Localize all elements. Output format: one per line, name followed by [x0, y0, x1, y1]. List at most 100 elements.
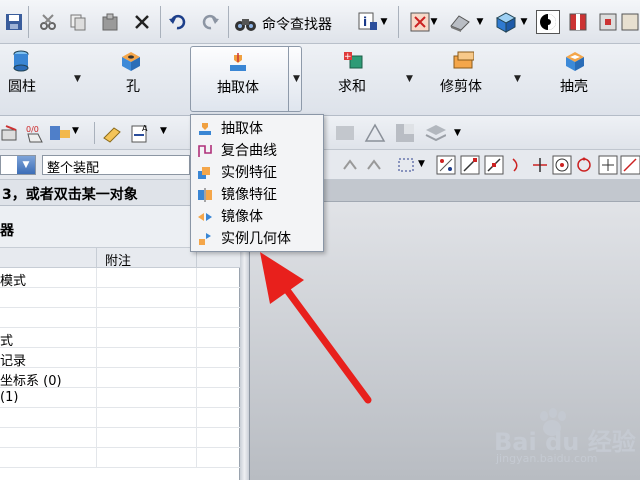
undo-icon[interactable] — [166, 10, 190, 34]
delete-icon[interactable] — [130, 10, 154, 34]
disabled-dropdown-arrow: ▼ — [454, 128, 461, 138]
trim-body-icon — [453, 51, 474, 69]
cube-view-icon[interactable] — [494, 10, 518, 34]
ribbon-extract-body-button[interactable]: 抽取体 — [190, 46, 302, 112]
intersection-icon[interactable] — [530, 155, 550, 175]
ribbon-unite-button[interactable]: + 求和 ▼ — [320, 44, 416, 116]
menu-item-instance-geometry[interactable]: 实例几何体 — [191, 228, 323, 250]
select-box-icon[interactable] — [396, 155, 416, 175]
triangle-icon — [364, 123, 386, 142]
save-icon[interactable] — [2, 10, 26, 34]
edit-object-icon[interactable] — [102, 122, 124, 144]
filter-dropdown-arrow[interactable]: ▼ — [428, 10, 440, 34]
navigator-row[interactable] — [0, 408, 240, 428]
shading-icon[interactable] — [448, 10, 472, 34]
menu-item-label: 抽取体 — [221, 121, 263, 137]
instance-geometry-icon — [199, 233, 211, 245]
snap-points-icon[interactable] — [436, 155, 456, 175]
menu-item-label: 镜像体 — [221, 209, 263, 225]
menu-item-composite-curve[interactable]: 复合曲线 — [191, 140, 323, 162]
quadrant-icon[interactable] — [574, 155, 594, 175]
selection-scope-combo[interactable]: 整个装配 — [42, 155, 190, 176]
layer-visibility-icon[interactable]: 0/0 — [24, 122, 46, 144]
midpoint-icon[interactable] — [484, 155, 504, 175]
endpoint-icon[interactable] — [460, 155, 480, 175]
navigator-row[interactable]: 记录 — [0, 348, 240, 369]
point-on-curve-icon[interactable] — [620, 155, 640, 175]
format-painter-icon[interactable] — [0, 122, 22, 144]
navigator-row[interactable]: 模式 — [0, 268, 240, 289]
ribbon-shell-button[interactable]: 抽壳 — [540, 44, 640, 116]
ribbon-trim-body-button[interactable]: 修剪体 ▼ — [428, 44, 532, 116]
edit-text-dropdown-arrow[interactable]: ▼ — [160, 126, 167, 136]
row-text: 记录 — [0, 354, 27, 369]
cylinder-icon — [13, 50, 29, 72]
unite-icon: + — [344, 52, 363, 69]
ribbon-hole-label: 孔 — [126, 79, 140, 95]
info-dropdown-arrow[interactable]: ▼ — [378, 10, 390, 34]
extract-split-divider — [288, 46, 289, 112]
more-tools-icon[interactable] — [620, 10, 640, 34]
navigator-row[interactable] — [0, 308, 240, 328]
view-dropdown-arrow[interactable]: ▼ — [518, 10, 530, 34]
extract-dropdown-arrow[interactable]: ▼ — [293, 74, 300, 84]
watermark: Bai du 经验 jingyan.baidu.com — [490, 408, 640, 478]
copy-icon[interactable] — [66, 10, 90, 34]
standard-toolbar: 命令查找器 i ▼ ▼ ▼ ▼ — [0, 0, 640, 44]
redo-icon[interactable] — [198, 10, 222, 34]
layer-settings-icon[interactable] — [48, 122, 70, 144]
feature-ribbon: 圆柱 ▼ 孔 抽取体 ▼ + 求和 ▼ 修剪体 ▼ 抽壳 — [0, 44, 640, 116]
instance-feature-icon — [198, 167, 210, 179]
ribbon-hole-button[interactable]: 孔 — [94, 44, 188, 116]
select-box-dropdown-arrow[interactable]: ▼ — [418, 159, 425, 169]
type-filter-combo[interactable]: ▼ — [0, 155, 36, 175]
extract-body-icon — [230, 53, 246, 71]
cut-icon[interactable] — [36, 10, 60, 34]
existing-point-icon[interactable] — [598, 155, 618, 175]
binoculars-icon — [235, 19, 256, 31]
unite-dropdown-arrow[interactable]: ▼ — [406, 74, 413, 84]
svg-text:i: i — [363, 15, 367, 29]
menu-item-instance-feature[interactable]: 实例特征 — [191, 162, 323, 184]
layer-dropdown-arrow[interactable]: ▼ — [72, 126, 79, 136]
shading-dropdown-arrow[interactable]: ▼ — [474, 10, 486, 34]
hole-icon — [122, 52, 140, 71]
paste-icon[interactable] — [98, 10, 122, 34]
navigator-row[interactable] — [0, 428, 240, 448]
navigator-row[interactable]: 式 — [0, 328, 240, 349]
arc-center-icon[interactable] — [552, 155, 572, 175]
ribbon-unite-label: 求和 — [338, 79, 366, 95]
annotation-arrow — [260, 252, 372, 404]
menu-item-mirror-feature[interactable]: 镜像特征 — [191, 184, 323, 206]
navigator-row[interactable] — [0, 288, 240, 308]
menu-item-extract-body[interactable]: 抽取体 — [191, 118, 323, 140]
extract-body-dropdown[interactable]: ▼ — [290, 44, 304, 116]
row-text: 式 — [0, 334, 14, 349]
menu-item-label: 实例特征 — [221, 165, 277, 181]
type-filter-dropdown-arrow[interactable]: ▼ — [17, 156, 35, 174]
info-icon[interactable]: i — [356, 10, 380, 34]
cylinder-dropdown-arrow[interactable]: ▼ — [74, 74, 81, 84]
mirror-body-icon — [198, 213, 212, 221]
snap-tool-1-icon — [343, 159, 357, 170]
trim-dropdown-arrow[interactable]: ▼ — [514, 74, 521, 84]
menu-item-mirror-body[interactable]: 镜像体 — [191, 206, 323, 228]
navigator-row[interactable]: 坐标系 (0) — [0, 368, 240, 389]
control-point-icon[interactable] — [508, 155, 528, 175]
column-notes-header[interactable]: 附注 — [96, 248, 139, 269]
clipping-icon[interactable] — [596, 10, 620, 34]
section-view-icon[interactable] — [566, 10, 590, 34]
navigator-row[interactable]: (1) — [0, 388, 240, 408]
command-finder-button[interactable]: 命令查找器 — [234, 12, 332, 36]
extract-body-icon — [199, 123, 211, 135]
edit-text-icon[interactable]: A — [130, 122, 152, 144]
svg-text:+: + — [344, 52, 352, 62]
navigator-rows: 模式 式 记录 坐标系 (0) (1) — [0, 268, 240, 468]
extract-dropdown-menu: 抽取体 复合曲线 实例特征 镜像特征 镜像体 实例几何体 — [190, 114, 324, 252]
ribbon-cylinder-button[interactable]: 圆柱 ▼ — [0, 44, 92, 116]
navigator-row[interactable] — [0, 448, 240, 468]
ribbon-cylinder-label: 圆柱 — [8, 79, 36, 95]
row-text: (1) — [0, 390, 19, 405]
menu-item-label: 复合曲线 — [221, 143, 277, 159]
display-mode-icon[interactable] — [536, 10, 560, 34]
